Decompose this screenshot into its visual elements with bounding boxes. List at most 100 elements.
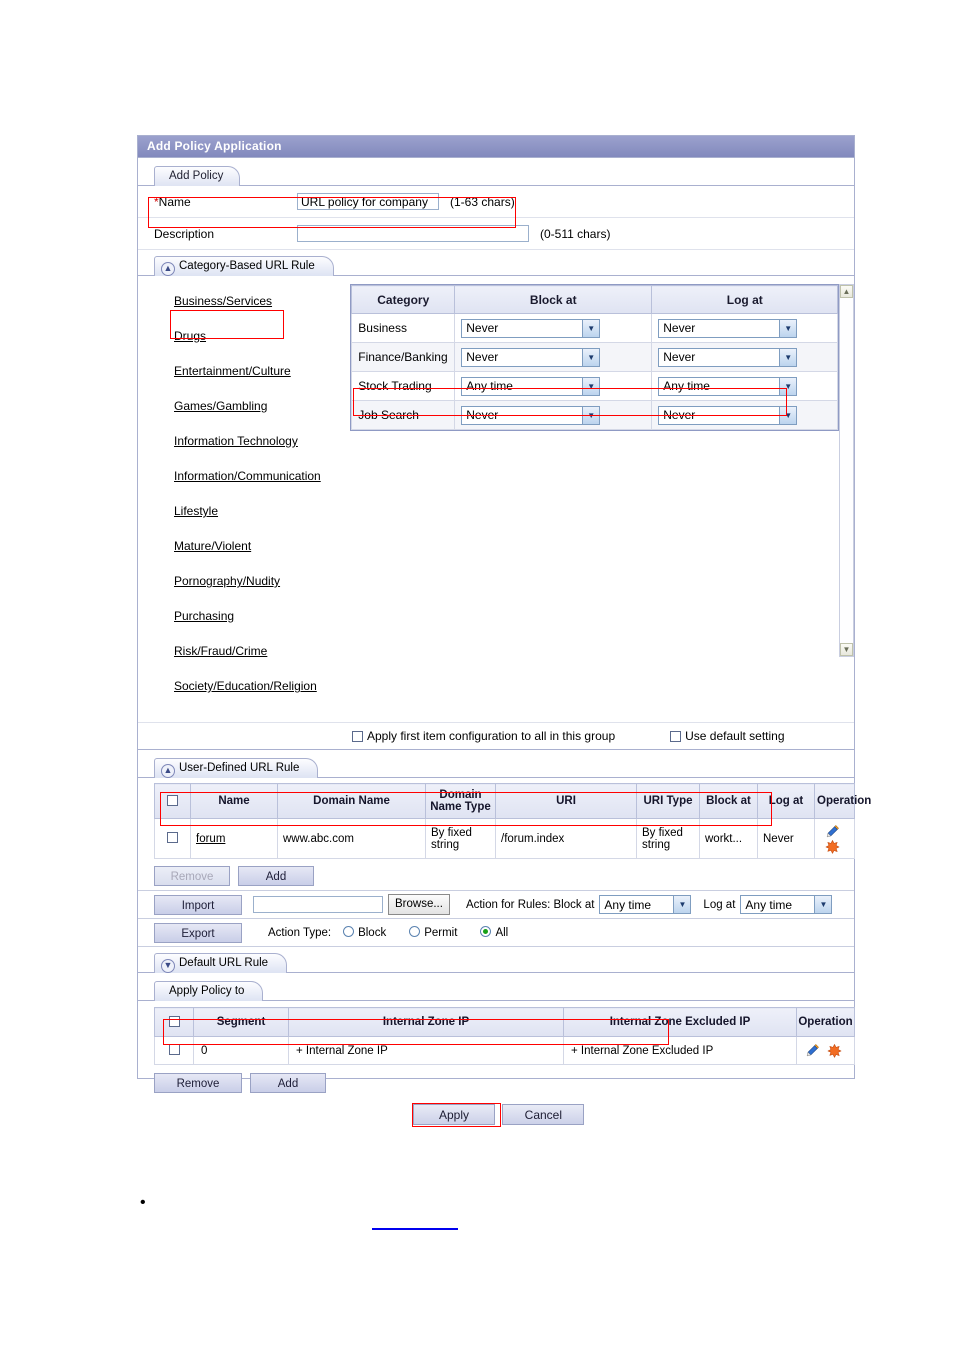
use-default-setting-checkbox[interactable]	[670, 730, 682, 742]
user-defined-tab[interactable]: ▲ User-Defined URL Rule	[154, 758, 319, 778]
category-item-purchasing[interactable]: Purchasing	[174, 609, 337, 623]
category-item-risk-fraud-crime[interactable]: Risk/Fraud/Crime	[174, 644, 337, 658]
cell-block-at: Never ▼	[454, 342, 653, 372]
cell-log-at: Never ▼	[651, 313, 839, 343]
col-operation: Operation	[796, 1007, 855, 1037]
category-item-information-communication[interactable]: Information/Communication	[174, 469, 337, 483]
block-at-select[interactable]: Never ▼	[461, 405, 601, 425]
apply-policy-header-row: Segment Internal Zone IP Internal Zone E…	[154, 1007, 855, 1037]
description-hint: (0-511 chars)	[540, 226, 611, 241]
cell-operation	[814, 818, 855, 859]
action-type-block-option[interactable]: Block	[343, 926, 386, 939]
apply-button[interactable]: Apply	[413, 1104, 495, 1125]
col-internal-zone-excluded-ip: Internal Zone Excluded IP	[563, 1007, 797, 1037]
edit-pencil-icon[interactable]	[825, 824, 840, 839]
radio-all[interactable]	[480, 926, 492, 937]
add-button[interactable]: Add	[250, 1073, 326, 1093]
panel-title: Add Policy Application	[138, 136, 854, 158]
cell-category: Job Search	[351, 400, 456, 430]
name-input[interactable]	[297, 193, 439, 210]
select-all-checkbox[interactable]	[167, 794, 178, 806]
select-all-checkbox[interactable]	[168, 1015, 180, 1027]
chevron-down-icon: ▼	[779, 319, 797, 337]
cell-internal-zone-excluded-ip[interactable]: + Internal Zone Excluded IP	[563, 1036, 797, 1065]
category-item-pornography-nudity[interactable]: Pornography/Nudity	[174, 574, 337, 588]
action-type-all-option[interactable]: All	[480, 926, 508, 939]
page-root: Add Policy Application Add Policy *Name …	[0, 0, 954, 1350]
cancel-button[interactable]: Cancel	[502, 1104, 585, 1125]
cell-internal-zone-ip[interactable]: + Internal Zone IP	[288, 1036, 564, 1065]
remove-button[interactable]: Remove	[154, 866, 230, 886]
radio-block[interactable]	[343, 926, 355, 937]
category-item-mature-violent[interactable]: Mature/Violent	[174, 539, 337, 553]
scroll-down-icon[interactable]: ▼	[840, 643, 853, 656]
import-block-at-select[interactable]: Any time ▼	[599, 895, 692, 914]
rule-name-link[interactable]: forum	[196, 833, 225, 845]
col-category: Category	[351, 285, 456, 314]
block-at-select[interactable]: Never ▼	[461, 347, 601, 367]
cell-category: Stock Trading	[351, 371, 456, 401]
col-domain-name-type: Domain Name Type	[425, 783, 496, 819]
add-button[interactable]: Add	[238, 866, 314, 886]
blue-link-underline[interactable]	[372, 1228, 458, 1230]
chevron-down-icon: ▼	[673, 896, 691, 913]
category-item-entertainment-culture[interactable]: Entertainment/Culture	[174, 364, 337, 378]
remove-button[interactable]: Remove	[154, 1073, 242, 1093]
default-url-tab[interactable]: ▼ Default URL Rule	[154, 953, 288, 973]
apply-policy-table: Segment Internal Zone IP Internal Zone E…	[154, 1007, 855, 1065]
tab-add-policy[interactable]: Add Policy	[154, 166, 241, 186]
delete-icon[interactable]	[825, 839, 840, 854]
description-input[interactable]	[297, 225, 529, 242]
cell-operation	[796, 1036, 855, 1065]
category-item-lifestyle[interactable]: Lifestyle	[174, 504, 337, 518]
up-chevron-icon: ▲	[161, 262, 175, 276]
apply-policy-tab[interactable]: Apply Policy to	[154, 981, 264, 1001]
log-at-select[interactable]: Never ▼	[658, 405, 798, 425]
default-url-section-header[interactable]: ▼ Default URL Rule	[138, 947, 854, 973]
browse-button[interactable]: Browse...	[388, 894, 450, 915]
chevron-down-icon: ▼	[779, 377, 797, 395]
cell-uri: /forum.index	[495, 818, 637, 859]
scroll-up-icon[interactable]: ▲	[840, 285, 853, 298]
category-item-information-technology[interactable]: Information Technology	[174, 434, 337, 448]
log-at-value: Never	[663, 321, 696, 335]
import-button[interactable]: Import	[154, 894, 242, 915]
category-item-society-education-religion[interactable]: Society/Education/Religion	[174, 679, 337, 693]
export-button[interactable]: Export	[154, 922, 242, 943]
category-item-games-gambling[interactable]: Games/Gambling	[174, 399, 337, 413]
log-at-value: Any time	[663, 379, 710, 393]
apply-first-item-checkbox[interactable]	[352, 730, 363, 742]
log-at-select[interactable]: Never ▼	[658, 347, 798, 367]
row-checkbox[interactable]	[168, 1044, 180, 1055]
import-file-input[interactable]	[253, 896, 383, 913]
cell-uri-type: By fixed string	[636, 818, 700, 859]
category-item-drugs[interactable]: Drugs	[174, 329, 337, 343]
category-based-tab[interactable]: ▲ Category-Based URL Rule	[154, 256, 334, 276]
apply-policy-section-header[interactable]: Apply Policy to	[138, 973, 854, 1001]
import-block-at-value: Any time	[604, 897, 652, 912]
category-table-scrollbar[interactable]: ▲ ▼	[839, 284, 854, 657]
import-log-at-select[interactable]: Any time ▼	[740, 895, 833, 914]
cell-category: Business	[351, 313, 456, 343]
delete-icon[interactable]	[827, 1043, 842, 1058]
edit-pencil-icon[interactable]	[805, 1043, 820, 1058]
name-row: *Name (1-63 chars)	[138, 186, 854, 218]
log-at-select[interactable]: Never ▼	[658, 318, 798, 338]
row-checkbox[interactable]	[167, 832, 178, 843]
block-at-select[interactable]: Never ▼	[461, 318, 601, 338]
col-uri: URI	[495, 783, 637, 819]
user-defined-section-header[interactable]: ▲ User-Defined URL Rule	[138, 750, 854, 778]
table-row: Stock Trading Any time ▼ Any time ▼	[351, 371, 839, 401]
block-at-select[interactable]: Any time ▼	[461, 376, 601, 396]
apply-policy-buttons-row: Remove Add	[138, 1069, 854, 1097]
cell-log-at: Never ▼	[651, 400, 839, 430]
category-based-section-header[interactable]: ▲ Category-Based URL Rule	[138, 250, 854, 276]
action-type-permit-option[interactable]: Permit	[409, 926, 457, 939]
radio-permit[interactable]	[409, 926, 421, 937]
apply-policy-table-wrap: Segment Internal Zone IP Internal Zone E…	[138, 1001, 855, 1065]
block-at-value: Never	[466, 350, 499, 364]
category-item-business-services[interactable]: Business/Services	[174, 294, 337, 308]
table-row: Job Search Never ▼ Never ▼	[351, 400, 839, 430]
col-block-at: Block at	[699, 783, 758, 819]
log-at-select[interactable]: Any time ▼	[658, 376, 798, 396]
